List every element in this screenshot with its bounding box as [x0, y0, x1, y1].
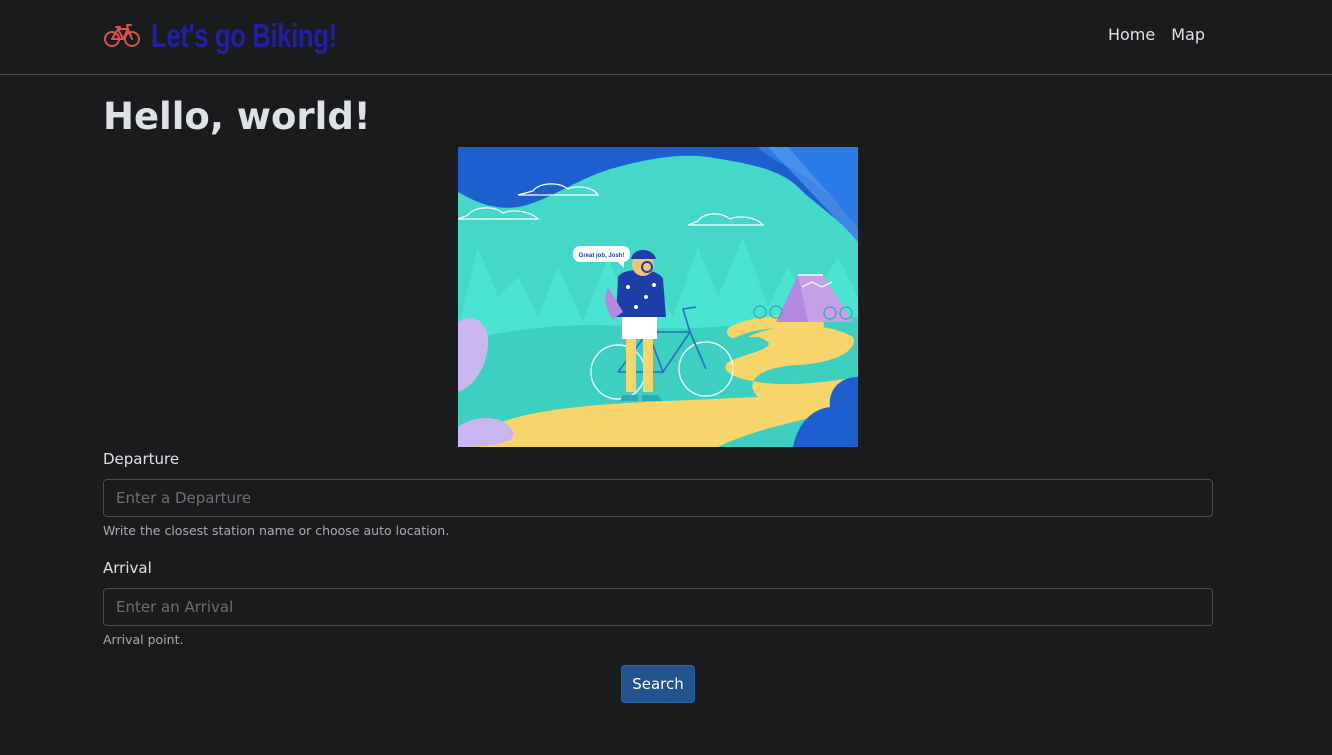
speech-bubble-text: Great job, Josh! [579, 253, 625, 259]
arrival-label: Arrival [103, 559, 152, 577]
nav-links: Home Map [1108, 25, 1205, 44]
arrival-input[interactable] [103, 588, 1213, 626]
search-button[interactable]: Search [621, 665, 695, 703]
brand-title: Let's go Biking! [151, 17, 337, 54]
departure-help: Write the closest station name or choose… [103, 523, 450, 538]
arrival-help: Arrival point. [103, 632, 184, 647]
page-title: Hello, world! [103, 95, 371, 138]
hero-illustration: Great job, Josh! [458, 147, 858, 447]
bicycle-icon [104, 24, 140, 48]
nav-link-map[interactable]: Map [1171, 25, 1205, 44]
departure-label: Departure [103, 450, 180, 468]
navbar: Let's go Biking! Home Map [0, 0, 1332, 75]
departure-input[interactable] [103, 479, 1213, 517]
brand-link[interactable]: Let's go Biking! [104, 16, 389, 56]
nav-link-home[interactable]: Home [1108, 25, 1155, 44]
